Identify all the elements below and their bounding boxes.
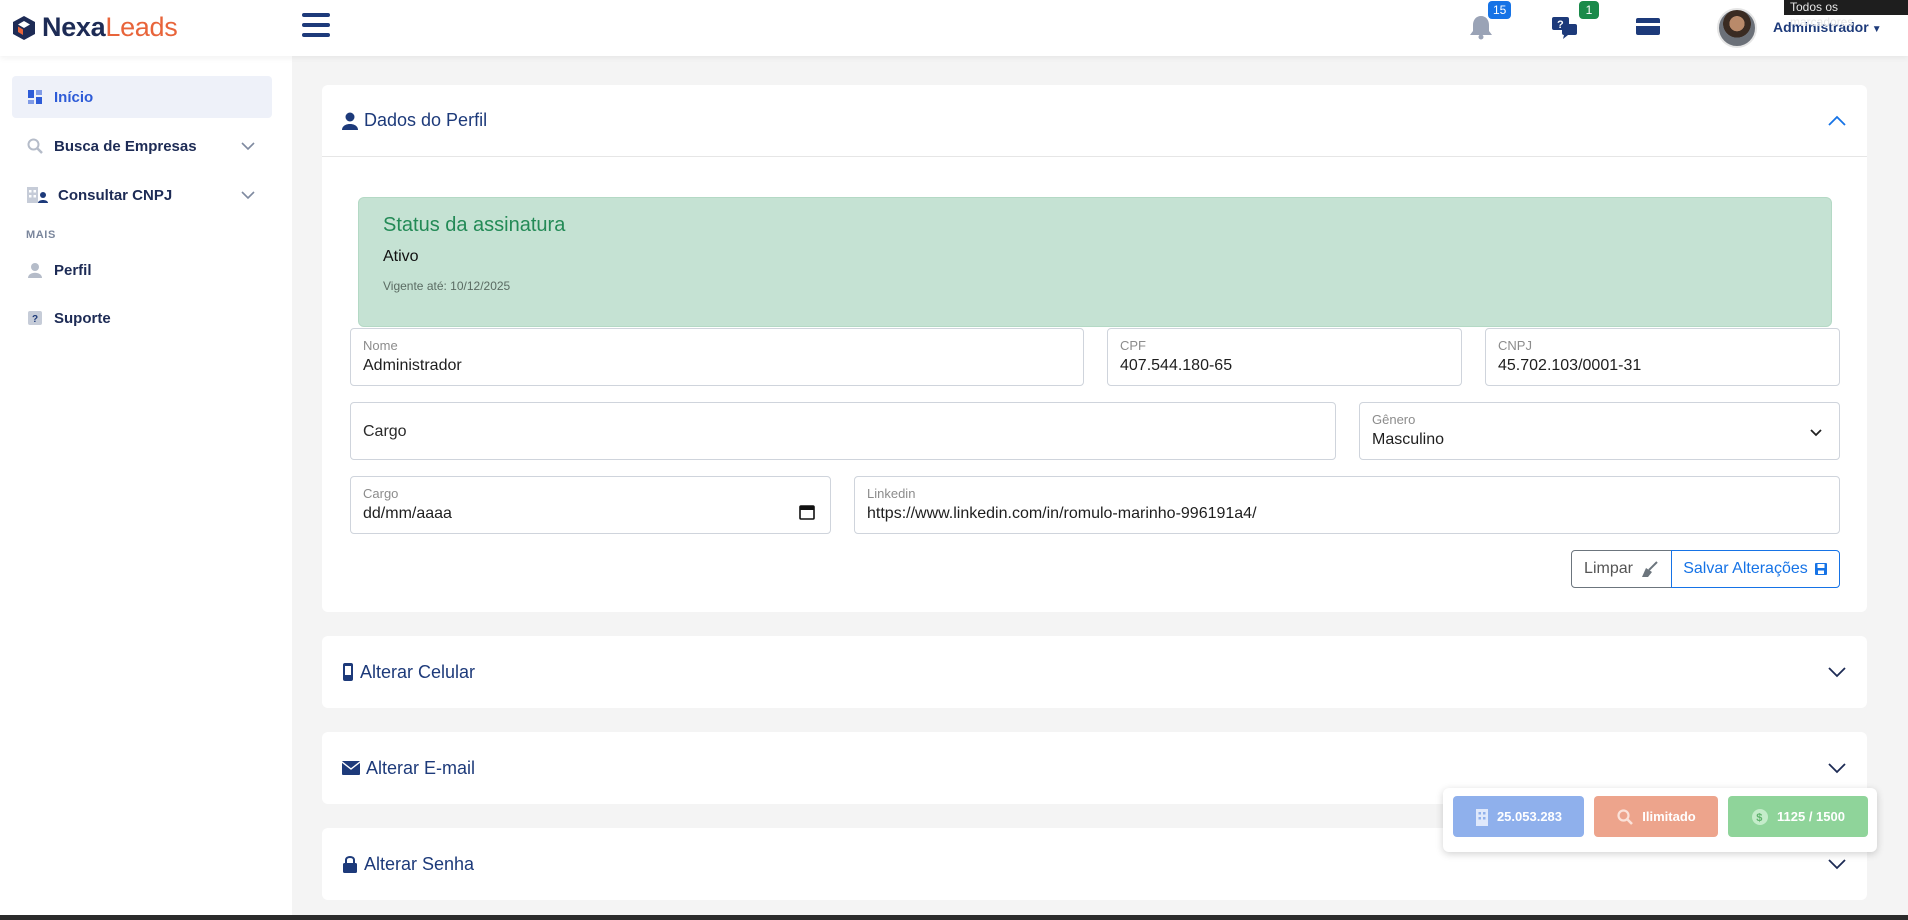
cargo-field[interactable]: Cargo	[350, 402, 1336, 460]
date-field[interactable]: Cargo dd/mm/aaaa	[350, 476, 831, 534]
field-label: CPF	[1120, 338, 1146, 353]
svg-text:?: ?	[32, 314, 38, 325]
field-value: 45.702.103/0001-31	[1498, 357, 1642, 374]
clear-button[interactable]: Limpar	[1571, 550, 1672, 588]
button-label: Limpar	[1584, 560, 1633, 577]
save-button[interactable]: Salvar Alterações	[1671, 550, 1840, 588]
sidebar-item-inicio[interactable]: Início	[12, 76, 272, 118]
field-placeholder: Cargo	[363, 423, 407, 440]
profile-panel-header[interactable]: Dados do Perfil	[322, 85, 1867, 157]
broom-icon	[1641, 561, 1658, 577]
phone-icon	[343, 663, 353, 681]
calendar-icon[interactable]	[798, 503, 816, 521]
subscription-status: Ativo	[383, 248, 419, 265]
sidebar-item-suporte[interactable]: ? Suporte	[12, 297, 272, 339]
stat-value: Ilimitado	[1642, 809, 1696, 824]
alterar-celular-header[interactable]: Alterar Celular	[322, 636, 1867, 708]
top-navbar: NexaLeads 15 ? 1 Administrador▼	[0, 0, 1908, 56]
window-bottom-edge	[0, 915, 1908, 920]
field-label: CNPJ	[1498, 338, 1532, 353]
brand-name: NexaLeads	[42, 12, 178, 42]
user-icon	[342, 112, 358, 130]
field-value: dd/mm/aaaa	[363, 505, 452, 522]
logo-cube-icon	[13, 15, 35, 40]
messages-button[interactable]: ? 1	[1550, 1, 1599, 42]
chevron-down-icon	[1828, 859, 1846, 870]
messages-badge: 1	[1579, 1, 1599, 19]
avatar[interactable]	[1717, 8, 1757, 48]
sidebar-item-busca-empresas[interactable]: Busca de Empresas	[12, 125, 272, 167]
floppy-disk-icon	[1814, 563, 1827, 575]
chevron-down-icon	[241, 191, 255, 200]
envelope-icon	[342, 761, 360, 775]
stat-value: 25.053.283	[1496, 809, 1563, 824]
panel-title: Dados do Perfil	[364, 110, 488, 130]
caret-down-icon: ▼	[1871, 24, 1882, 35]
panel-title: Alterar Celular	[360, 661, 476, 682]
search-icon	[26, 137, 44, 155]
search-quota-badge[interactable]: Ilimitado	[1594, 796, 1718, 837]
chat-question-icon: ?	[1552, 17, 1577, 39]
grid-icon	[26, 88, 44, 106]
chevron-down-icon	[1828, 667, 1846, 678]
search-icon	[1617, 808, 1634, 825]
chevron-up-icon	[1828, 115, 1846, 126]
notifications-button[interactable]: 15	[1467, 1, 1512, 42]
sidebar-item-label: Busca de Empresas	[54, 137, 197, 155]
cnpj-field[interactable]: CNPJ 45.702.103/0001-31	[1485, 328, 1840, 386]
sidebar-item-label: Suporte	[54, 309, 111, 327]
field-value: 407.544.180-65	[1120, 357, 1233, 374]
nome-field[interactable]: Nome Administrador	[350, 328, 1084, 386]
building-user-icon	[26, 186, 48, 204]
sidebar: Início Busca de Empresas Consultar CNPJ	[0, 56, 292, 920]
hamburger-icon[interactable]	[302, 13, 330, 41]
building-icon	[1475, 808, 1488, 826]
chevron-down-icon	[1810, 429, 1822, 437]
sidebar-item-label: Consultar CNPJ	[58, 186, 173, 204]
billing-button[interactable]	[1634, 14, 1664, 42]
dollar-coin-icon: $	[1752, 808, 1769, 825]
cpf-field[interactable]: CPF 407.544.180-65	[1107, 328, 1462, 386]
notifications-badge: 15	[1488, 1, 1512, 19]
credit-card-icon	[1636, 18, 1660, 35]
credits-badge[interactable]: $ 1125 / 1500	[1728, 796, 1868, 837]
alterar-celular-panel: Alterar Celular	[322, 636, 1867, 708]
linkedin-field[interactable]: Linkedin https://www.linkedin.com/in/rom…	[854, 476, 1840, 534]
subscription-status-box: Status da assinatura Ativo Vigente até: …	[358, 197, 1832, 327]
chevron-down-icon	[1828, 763, 1846, 774]
field-value: Masculino	[1372, 431, 1445, 448]
stat-value: 1125 / 1500	[1777, 809, 1845, 824]
lock-icon	[343, 856, 357, 873]
subscription-title: Status da assinatura	[383, 214, 566, 236]
field-value: https://www.linkedin.com/in/romulo-marin…	[867, 505, 1257, 522]
companies-count-badge[interactable]: 25.053.283	[1453, 796, 1584, 837]
chevron-down-icon	[241, 142, 255, 151]
brand-logo[interactable]: NexaLeads	[10, 12, 178, 43]
sidebar-item-label: Perfil	[54, 261, 92, 279]
sidebar-section-label: MAIS	[26, 229, 56, 241]
panel-title: Alterar Senha	[364, 853, 475, 874]
sidebar-item-label: Início	[54, 88, 94, 106]
bookmarks-tooltip: Todos os marcadores	[1784, 0, 1908, 29]
button-label: Salvar Alterações	[1683, 560, 1808, 577]
field-label: Nome	[363, 338, 398, 353]
panel-title: Alterar E-mail	[366, 757, 476, 778]
sidebar-item-perfil[interactable]: Perfil	[12, 249, 272, 291]
field-value: Administrador	[363, 357, 462, 374]
svg-text:$: $	[1756, 812, 1762, 824]
field-label: Cargo	[363, 486, 399, 501]
field-label: Gênero	[1372, 412, 1416, 427]
field-label: Linkedin	[867, 486, 916, 501]
profile-panel: Dados do Perfil Status da assinatura Ati…	[322, 85, 1867, 612]
usage-stats-widget: 25.053.283 Ilimitado $ 1125 / 1500	[1443, 788, 1877, 852]
help-icon: ?	[26, 309, 44, 327]
subscription-validity: Vigente até: 10/12/2025	[383, 279, 511, 293]
sidebar-item-consultar-cnpj[interactable]: Consultar CNPJ	[12, 174, 272, 216]
genero-select[interactable]: Gênero Masculino	[1359, 402, 1840, 460]
user-icon	[26, 261, 44, 279]
